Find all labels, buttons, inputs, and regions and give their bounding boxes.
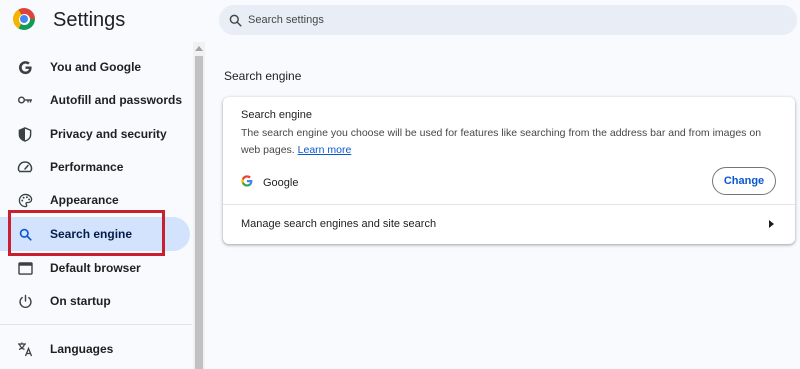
google-logo-icon [241,174,253,192]
search-settings-box[interactable] [219,5,797,35]
sidebar: You and Google Autofill and passwords Pr… [0,42,193,369]
sidebar-item-label: Privacy and security [50,127,167,141]
sidebar-scrollbar[interactable] [193,42,205,369]
page-title: Settings [53,9,126,31]
shield-icon [17,126,33,142]
sidebar-item-you-and-google[interactable]: You and Google [0,50,190,84]
palette-icon [17,192,33,208]
chevron-right-icon [769,220,774,228]
sidebar-item-label: You and Google [50,60,142,74]
learn-more-link[interactable]: Learn more [298,144,352,156]
google-g-icon [17,59,33,75]
speedometer-icon [17,159,33,175]
translate-icon [17,341,33,357]
sidebar-divider [0,324,192,325]
key-icon [17,92,33,108]
sidebar-item-performance[interactable]: Performance [0,150,190,184]
sidebar-item-on-startup[interactable]: On startup [0,284,190,318]
sidebar-item-label: Performance [50,160,124,174]
scrollbar-thumb[interactable] [195,56,203,369]
browser-window-icon [17,260,33,276]
sidebar-item-label: On startup [50,294,111,308]
sidebar-item-label: Default browser [50,261,141,275]
sidebar-item-label: Autofill and passwords [50,93,183,107]
search-input[interactable] [248,14,768,26]
section-title: Search engine [224,69,302,83]
scroll-up-arrow-icon[interactable] [195,46,203,51]
search-engine-card: Search engine The search engine you choo… [223,97,795,244]
highlight-box-search-engine [8,210,165,256]
power-icon [17,293,33,309]
current-engine-row: Google [241,175,298,191]
engine-name: Google [263,177,299,189]
card-description: The search engine you choose will be use… [241,125,781,159]
change-button[interactable]: Change [712,167,776,195]
sidebar-item-label: Appearance [50,193,119,207]
manage-search-engines-row[interactable]: Manage search engines and site search [223,205,795,244]
sidebar-item-languages[interactable]: Languages [0,332,190,366]
sidebar-item-autofill[interactable]: Autofill and passwords [0,83,190,117]
sidebar-item-privacy[interactable]: Privacy and security [0,117,190,151]
chrome-logo-icon [13,8,35,30]
header: Settings [0,0,800,42]
manage-search-engines-label: Manage search engines and site search [241,218,437,230]
sidebar-item-default-browser[interactable]: Default browser [0,251,190,285]
search-icon [229,14,242,27]
sidebar-item-label: Languages [50,342,114,356]
card-heading: Search engine [241,109,312,121]
